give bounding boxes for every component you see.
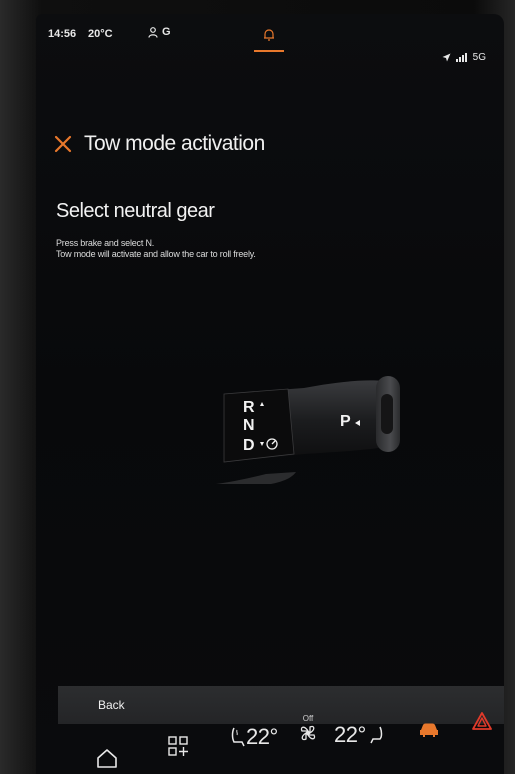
page-header: Tow mode activation xyxy=(54,132,265,156)
signal-icon xyxy=(455,53,467,62)
fan-status: Off xyxy=(302,714,314,723)
step-description: Press brake and select N. Tow mode will … xyxy=(56,238,256,260)
passenger-temperature: 22° xyxy=(334,722,366,747)
gear-d-label: D xyxy=(243,437,255,454)
clock: 14:56 xyxy=(48,28,77,40)
home-icon xyxy=(97,749,117,768)
gear-selector-illustration: R N D P xyxy=(216,376,400,484)
driver-temperature: 22° xyxy=(246,724,278,749)
person-icon xyxy=(148,26,158,38)
notification-button[interactable] xyxy=(254,24,284,52)
notification-indicator xyxy=(254,50,284,52)
gear-r-label: R xyxy=(243,399,255,416)
back-button[interactable]: Back xyxy=(58,686,504,724)
bell-icon xyxy=(264,29,274,41)
fan-button[interactable]: Off xyxy=(298,714,318,743)
outside-temperature: 20°C xyxy=(88,28,113,40)
apps-button[interactable] xyxy=(168,736,188,756)
hazard-icon xyxy=(472,712,492,730)
profile-button[interactable]: G xyxy=(148,26,171,38)
seat-heat-icon xyxy=(231,727,245,747)
gear-n-label: N xyxy=(243,417,255,434)
description-line-2: Tow mode will activate and allow the car… xyxy=(56,249,256,259)
network-type: 5G xyxy=(472,52,486,63)
gear-p-label: P xyxy=(340,413,351,430)
back-label: Back xyxy=(98,698,125,712)
driver-climate-button[interactable]: 22° xyxy=(230,724,278,750)
status-bar: 14:56 20°C G 5G xyxy=(36,14,504,63)
close-icon[interactable] xyxy=(54,135,72,153)
display-screen: 14:56 20°C G 5G Tow mode activation Sele… xyxy=(36,14,504,774)
location-arrow-icon xyxy=(442,53,451,62)
step-heading: Select neutral gear xyxy=(56,200,215,222)
profile-name: G xyxy=(162,26,171,38)
connectivity-status: 5G xyxy=(442,52,486,63)
car-icon xyxy=(420,723,438,737)
bottom-navigation-bar: 22° Off 22° xyxy=(36,712,504,774)
hazard-button[interactable] xyxy=(472,712,492,730)
passenger-climate-button[interactable]: 22° xyxy=(334,722,384,748)
description-line-1: Press brake and select N. xyxy=(56,238,155,248)
passenger-seat-icon xyxy=(370,726,383,744)
fan-icon xyxy=(300,725,316,741)
home-button[interactable] xyxy=(96,748,118,768)
page-title: Tow mode activation xyxy=(84,132,265,155)
car-status-button[interactable] xyxy=(418,722,440,738)
apps-icon xyxy=(168,736,188,756)
